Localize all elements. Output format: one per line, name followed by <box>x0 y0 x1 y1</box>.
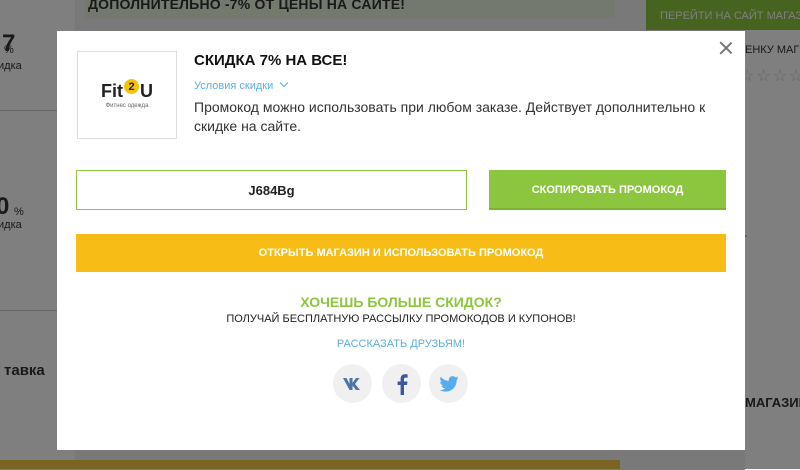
promo-code-field[interactable]: J684Bg <box>76 170 467 210</box>
coupon-title: СКИДКА 7% НА ВСЕ! <box>194 52 348 69</box>
facebook-share-button[interactable] <box>382 364 421 403</box>
copy-code-button[interactable]: СКОПИРОВАТЬ ПРОМОКОД <box>489 170 726 210</box>
vk-share-button[interactable] <box>333 364 372 403</box>
store-logo: Fit 2 U Фитнес одежда <box>77 51 177 139</box>
chevron-down-icon <box>280 78 289 88</box>
twitter-share-button[interactable] <box>429 364 468 403</box>
terms-toggle[interactable]: Условия скидки <box>194 78 289 92</box>
coupon-modal: Fit 2 U Фитнес одежда СКИДКА 7% НА ВСЕ! Ус… <box>57 31 745 450</box>
newsletter-heading: ХОЧЕШЬ БОЛЬШЕ СКИДОК? <box>300 294 502 310</box>
close-icon[interactable] <box>717 39 735 57</box>
terms-label: Условия скидки <box>194 80 274 92</box>
coupon-description: Промокод можно использовать при любом за… <box>194 99 706 134</box>
vk-icon <box>342 377 360 390</box>
logo-subtitle: Фитнес одежда <box>105 103 149 109</box>
open-store-button[interactable]: ОТКРЫТЬ МАГАЗИН И ИСПОЛЬЗОВАТЬ ПРОМОКОД <box>76 234 726 272</box>
newsletter-subtext: ПОЛУЧАЙ БЕСПЛАТНУЮ РАССЫЛКУ ПРОМОКОДОВ И… <box>226 313 576 325</box>
share-link[interactable]: РАССКАЗАТЬ ДРУЗЬЯМ! <box>57 338 745 350</box>
facebook-icon <box>397 373 408 395</box>
twitter-icon <box>438 375 459 392</box>
logo-wordmark: Fit 2 U <box>101 79 153 101</box>
